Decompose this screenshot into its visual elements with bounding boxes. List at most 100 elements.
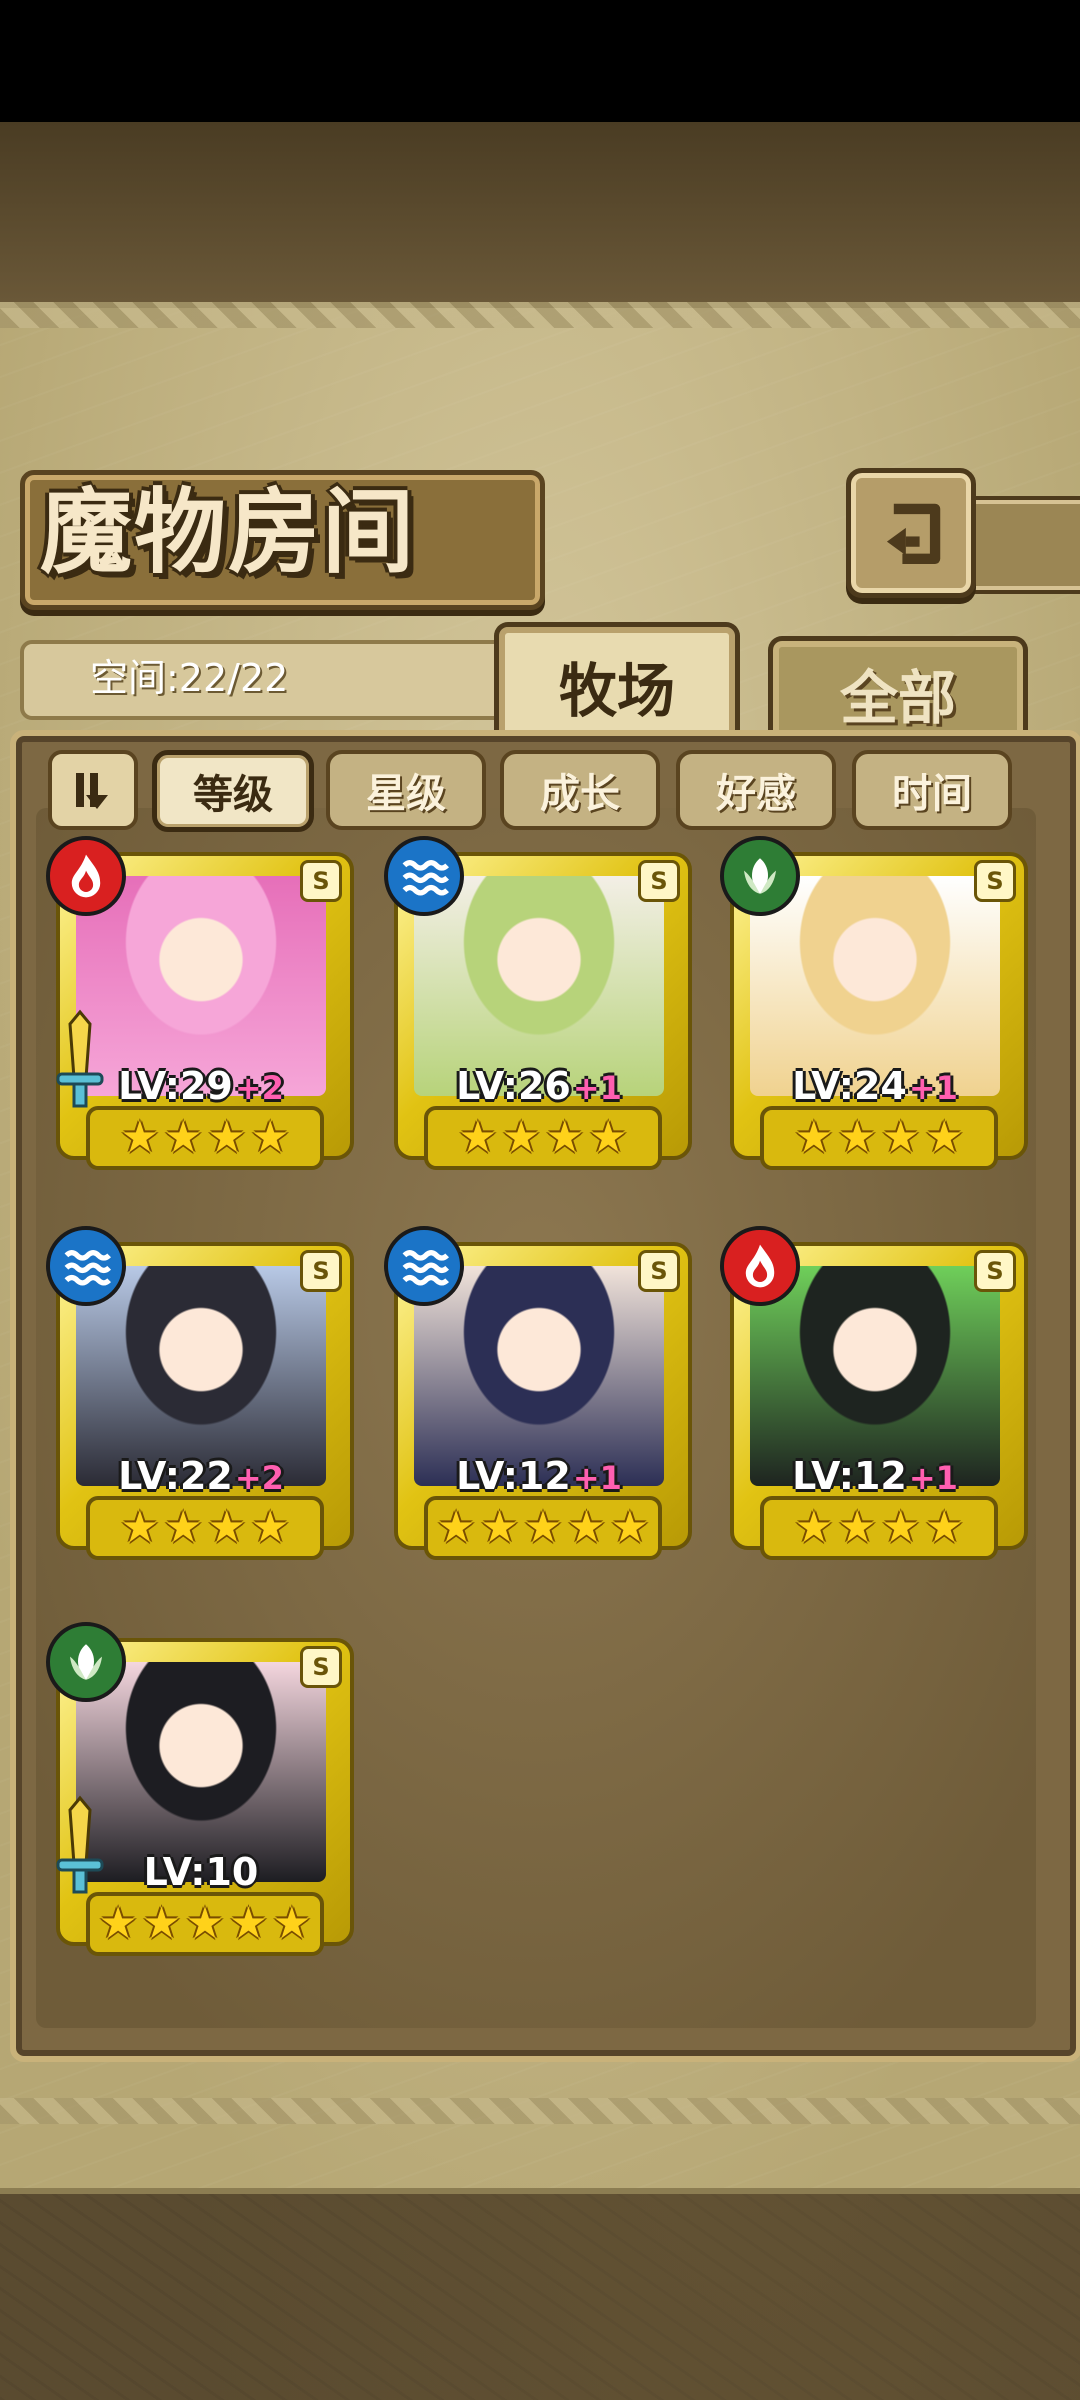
- star-icon: ★: [272, 1898, 312, 1949]
- sort-order-icon: [76, 773, 108, 809]
- star-icon: ★: [794, 1502, 834, 1553]
- rarity-badge: S: [974, 860, 1016, 902]
- star-icon: ★: [881, 1112, 921, 1163]
- monster-card[interactable]: S LV:24+1 ★ ★ ★ ★: [720, 836, 1030, 1176]
- level-value: LV:12: [792, 1454, 907, 1498]
- top-map-strip: [0, 122, 1080, 308]
- panel-bottom-border: [0, 2098, 1080, 2124]
- rarity-badge: S: [300, 860, 342, 902]
- star-rating: ★ ★ ★ ★ ★: [424, 1496, 662, 1560]
- wood-element-icon: [46, 1622, 126, 1702]
- level-bonus: +1: [908, 1069, 958, 1107]
- level-bonus: +2: [234, 1069, 284, 1107]
- monster-card[interactable]: S LV:29+2 ★ ★ ★ ★: [46, 836, 356, 1176]
- level-value: LV:22: [118, 1454, 233, 1498]
- sort-time-button[interactable]: 时间: [852, 750, 1012, 830]
- fire-element-icon: [720, 1226, 800, 1306]
- star-icon: ★: [163, 1112, 203, 1163]
- level-bonus: +1: [908, 1459, 958, 1497]
- monster-level: LV:26+1: [384, 1064, 694, 1108]
- monster-card[interactable]: S LV:12+1 ★ ★ ★ ★: [720, 1226, 1030, 1566]
- level-value: LV:26: [456, 1064, 571, 1108]
- monster-portrait: [76, 876, 326, 1096]
- monster-card[interactable]: S LV:12+1 ★ ★ ★ ★ ★: [384, 1226, 694, 1566]
- star-icon: ★: [924, 1112, 964, 1163]
- star-icon: ★: [837, 1502, 877, 1553]
- rarity-badge: S: [638, 860, 680, 902]
- rarity-badge: S: [974, 1250, 1016, 1292]
- monster-level: LV:24+1: [720, 1064, 1030, 1108]
- star-icon: ★: [250, 1502, 290, 1553]
- monster-level: LV:22+2: [46, 1454, 356, 1498]
- tab-all[interactable]: 全部: [768, 636, 1028, 745]
- back-arrow-icon: [886, 503, 941, 564]
- star-icon: ★: [545, 1112, 585, 1163]
- star-icon: ★: [881, 1502, 921, 1553]
- monster-portrait: [76, 1662, 326, 1882]
- monster-card[interactable]: S LV:22+2 ★ ★ ★ ★: [46, 1226, 356, 1566]
- monster-card[interactable]: S LV:10 ★ ★ ★ ★ ★: [46, 1622, 356, 1962]
- star-icon: ★: [120, 1502, 160, 1553]
- star-rating: ★ ★ ★ ★: [760, 1496, 998, 1560]
- star-icon: ★: [794, 1112, 834, 1163]
- panel-top-border: [0, 302, 1080, 328]
- star-rating: ★ ★ ★ ★: [424, 1106, 662, 1170]
- star-icon: ★: [228, 1898, 269, 1949]
- level-value: LV:29: [118, 1064, 233, 1108]
- monster-portrait: [750, 1266, 1000, 1486]
- star-icon: ★: [250, 1112, 290, 1163]
- star-icon: ★: [185, 1898, 225, 1949]
- status-bar: [0, 0, 1080, 122]
- water-element-icon: [46, 1226, 126, 1306]
- star-rating: ★ ★ ★ ★ ★: [86, 1892, 324, 1956]
- star-icon: ★: [120, 1112, 160, 1163]
- rarity-badge: S: [300, 1250, 342, 1292]
- page-title: 魔物房间: [40, 479, 417, 586]
- star-icon: ★: [610, 1502, 650, 1553]
- monster-portrait: [76, 1266, 326, 1486]
- monster-level: LV:12+1: [720, 1454, 1030, 1498]
- monster-portrait: [750, 876, 1000, 1096]
- sort-affection-button[interactable]: 好感: [676, 750, 836, 830]
- star-icon: ★: [458, 1112, 498, 1163]
- level-bonus: +2: [234, 1459, 284, 1497]
- level-bonus: +1: [572, 1069, 622, 1107]
- back-button-rail: [966, 496, 1080, 594]
- star-icon: ★: [501, 1112, 541, 1163]
- level-bonus: +1: [572, 1459, 622, 1497]
- tab-ranch[interactable]: 牧场: [494, 622, 740, 745]
- star-icon: ★: [207, 1112, 247, 1163]
- water-element-icon: [384, 1226, 464, 1306]
- water-element-icon: [384, 836, 464, 916]
- monster-level: LV:29+2: [46, 1064, 356, 1108]
- monster-card[interactable]: S LV:26+1 ★ ★ ★ ★: [384, 836, 694, 1176]
- star-icon: ★: [141, 1898, 182, 1949]
- sort-growth-button[interactable]: 成长: [500, 750, 660, 830]
- monster-level: LV:12+1: [384, 1454, 694, 1498]
- monster-portrait: [414, 1266, 664, 1486]
- back-button[interactable]: [846, 468, 976, 598]
- star-icon: ★: [207, 1502, 247, 1553]
- monster-portrait: [414, 876, 664, 1096]
- fire-element-icon: [46, 836, 126, 916]
- star-icon: ★: [98, 1898, 138, 1949]
- rarity-badge: S: [638, 1250, 680, 1292]
- star-icon: ★: [837, 1112, 877, 1163]
- star-rating: ★ ★ ★ ★: [86, 1496, 324, 1560]
- rarity-badge: S: [300, 1646, 342, 1688]
- star-icon: ★: [924, 1502, 964, 1553]
- star-rating: ★ ★ ★ ★: [86, 1106, 324, 1170]
- star-icon: ★: [436, 1502, 476, 1553]
- wood-element-icon: [720, 836, 800, 916]
- star-icon: ★: [163, 1502, 203, 1553]
- sort-order-toggle[interactable]: [48, 750, 138, 830]
- sort-level-button[interactable]: 等级: [152, 750, 314, 832]
- star-rating: ★ ★ ★ ★: [760, 1106, 998, 1170]
- level-value: LV:24: [792, 1064, 907, 1108]
- level-value: LV:12: [456, 1454, 571, 1498]
- sort-stars-button[interactable]: 星级: [326, 750, 486, 830]
- star-icon: ★: [566, 1502, 607, 1553]
- space-count: 空间:22/22: [90, 656, 289, 700]
- monster-level: LV:10: [46, 1850, 356, 1894]
- level-value: LV:10: [143, 1850, 259, 1894]
